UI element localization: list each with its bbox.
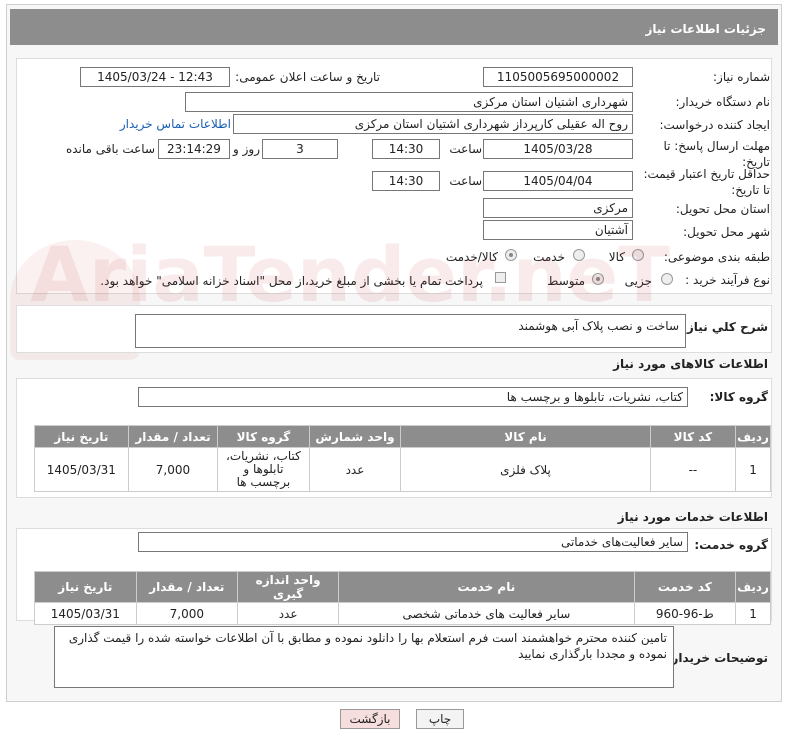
print-button[interactable]: چاپ [416,709,464,729]
category-option-goods-service: کالا/خدمت [445,250,498,264]
deadline-time-field: 14:30 [372,139,440,159]
goods-row-group: کتاب، نشریات، تابلوها و برچسب ها [217,447,310,492]
services-row-name: سایر فعالیت های خدماتی شخصی [338,602,635,625]
deadline-date-field: 1405/03/28 [483,139,633,159]
services-row-qty: 7,000 [135,602,238,625]
deadline-time-label: ساعت [449,142,482,156]
city-label: شهر محل تحویل: [683,225,770,239]
price-time-field: 14:30 [372,171,440,191]
need-number-field: 1105005695000002 [483,67,633,87]
treasury-payment-checkbox[interactable] [495,272,506,283]
process-option-minor: جزیی [624,274,652,288]
category-label: طبقه بندی موضوعی: [663,250,770,264]
province-field: مرکزی [483,198,633,218]
price-validity-label: حداقل تاریخ اعتبار قیمت: تا تاریخ: [643,167,770,197]
services-row-date: 1405/03/31 [34,602,137,625]
services-col-date: تاریخ نیاز [34,571,137,603]
category-option-goods: کالا [608,250,625,264]
goods-group-label: گروه کالا: [709,390,768,404]
goods-col-name: نام کالا [400,425,651,448]
services-table-header: تاریخ نیاز تعداد / مقدار واحد اندازه گیر… [34,571,771,603]
table-row: 1405/03/31 7,000 کتاب، نشریات، تابلوها و… [34,447,771,492]
announce-field: 1405/03/24 - 12:43 [80,67,230,87]
table-row: 1405/03/31 7,000 عدد سایر فعالیت های خدم… [34,602,771,625]
process-radio-minor[interactable] [661,273,673,285]
days-field: 3 [262,139,338,159]
description-textarea[interactable]: ساخت و نصب پلاک آبی هوشمند [135,314,686,348]
services-row-unit: عدد [236,602,340,625]
goods-group-field: کتاب، نشریات، تابلوها و برچسب ها [138,387,688,407]
services-row-index: 1 [735,602,771,625]
goods-row-unit: عدد [308,447,402,492]
goods-col-group: گروه کالا [217,425,310,448]
services-col-code: کد خدمت [633,571,737,603]
goods-section-title: اطلاعات کالاهای مورد نیاز [613,357,768,371]
services-col-unit: واحد اندازه گیری [236,571,340,603]
buyer-notes-textarea[interactable]: تامین کننده محترم خواهشمند است فرم استعل… [54,626,674,688]
goods-col-index: ردیف [735,425,771,448]
goods-table-header: تاریخ نیاز تعداد / مقدار گروه کالا واحد … [34,425,771,448]
creator-label: ایجاد کننده درخواست: [659,118,770,132]
goods-row-name: پلاک فلزی [400,447,651,492]
buyer-org-field: شهرداری اشتیان استان مرکزی [185,92,633,112]
city-field: آشتیان [483,220,633,240]
buyer-org-label: نام دستگاه خریدار: [675,95,771,109]
services-row-code: ط-96-960 [633,602,737,625]
goods-col-unit: واحد شمارش [308,425,402,448]
goods-row-code: -- [649,447,737,492]
services-col-qty: تعداد / مقدار [135,571,238,603]
goods-table: تاریخ نیاز تعداد / مقدار گروه کالا واحد … [34,425,771,492]
services-group-label: گروه خدمت: [694,538,768,552]
description-label: شرح كلي نياز: [682,320,768,334]
buyer-notes-label: توضیحات خریدار: [666,651,768,665]
process-label: نوع فرآیند خرید : [685,273,770,287]
services-col-name: نام خدمت [338,571,635,603]
goods-col-qty: تعداد / مقدار [127,425,219,448]
contact-info-link[interactable]: اطلاعات تماس خریدار [120,117,231,131]
remaining-time-field: 23:14:29 [158,139,230,159]
goods-row-qty: 7,000 [127,447,219,492]
remaining-label: ساعت باقی مانده [65,142,155,156]
goods-row-index: 1 [735,447,771,492]
goods-col-code: کد کالا [649,425,737,448]
payment-note: پرداخت تمام یا بخشی از مبلغ خرید،از محل … [100,274,483,288]
services-section-title: اطلاعات خدمات مورد نیاز [617,510,768,524]
goods-row-date: 1405/03/31 [34,447,129,492]
goods-col-date: تاریخ نیاز [34,425,129,448]
back-button[interactable]: بازگشت [340,709,400,729]
services-group-field: سایر فعالیت‌های خدماتی [138,532,688,552]
announce-label: تاریخ و ساعت اعلان عمومی: [235,70,380,84]
price-date-field: 1405/04/04 [483,171,633,191]
need-number-label: شماره نیاز: [713,70,770,84]
services-table: تاریخ نیاز تعداد / مقدار واحد اندازه گیر… [34,571,771,625]
category-radio-goods[interactable] [632,249,644,261]
services-col-index: ردیف [735,571,771,603]
price-time-label: ساعت [449,174,482,188]
category-option-service: خدمت [533,250,565,264]
days-label: روز و [233,142,260,156]
page-title: جزئیات اطلاعات نیاز [10,9,778,45]
province-label: استان محل تحویل: [675,202,770,216]
category-radio-service[interactable] [573,249,585,261]
creator-field: روح اله عقیلی کارپرداز شهرداری اشتیان اس… [233,114,633,134]
process-option-medium: متوسط [547,274,585,288]
process-radio-medium[interactable] [592,273,604,285]
category-radio-goods-service[interactable] [505,249,517,261]
